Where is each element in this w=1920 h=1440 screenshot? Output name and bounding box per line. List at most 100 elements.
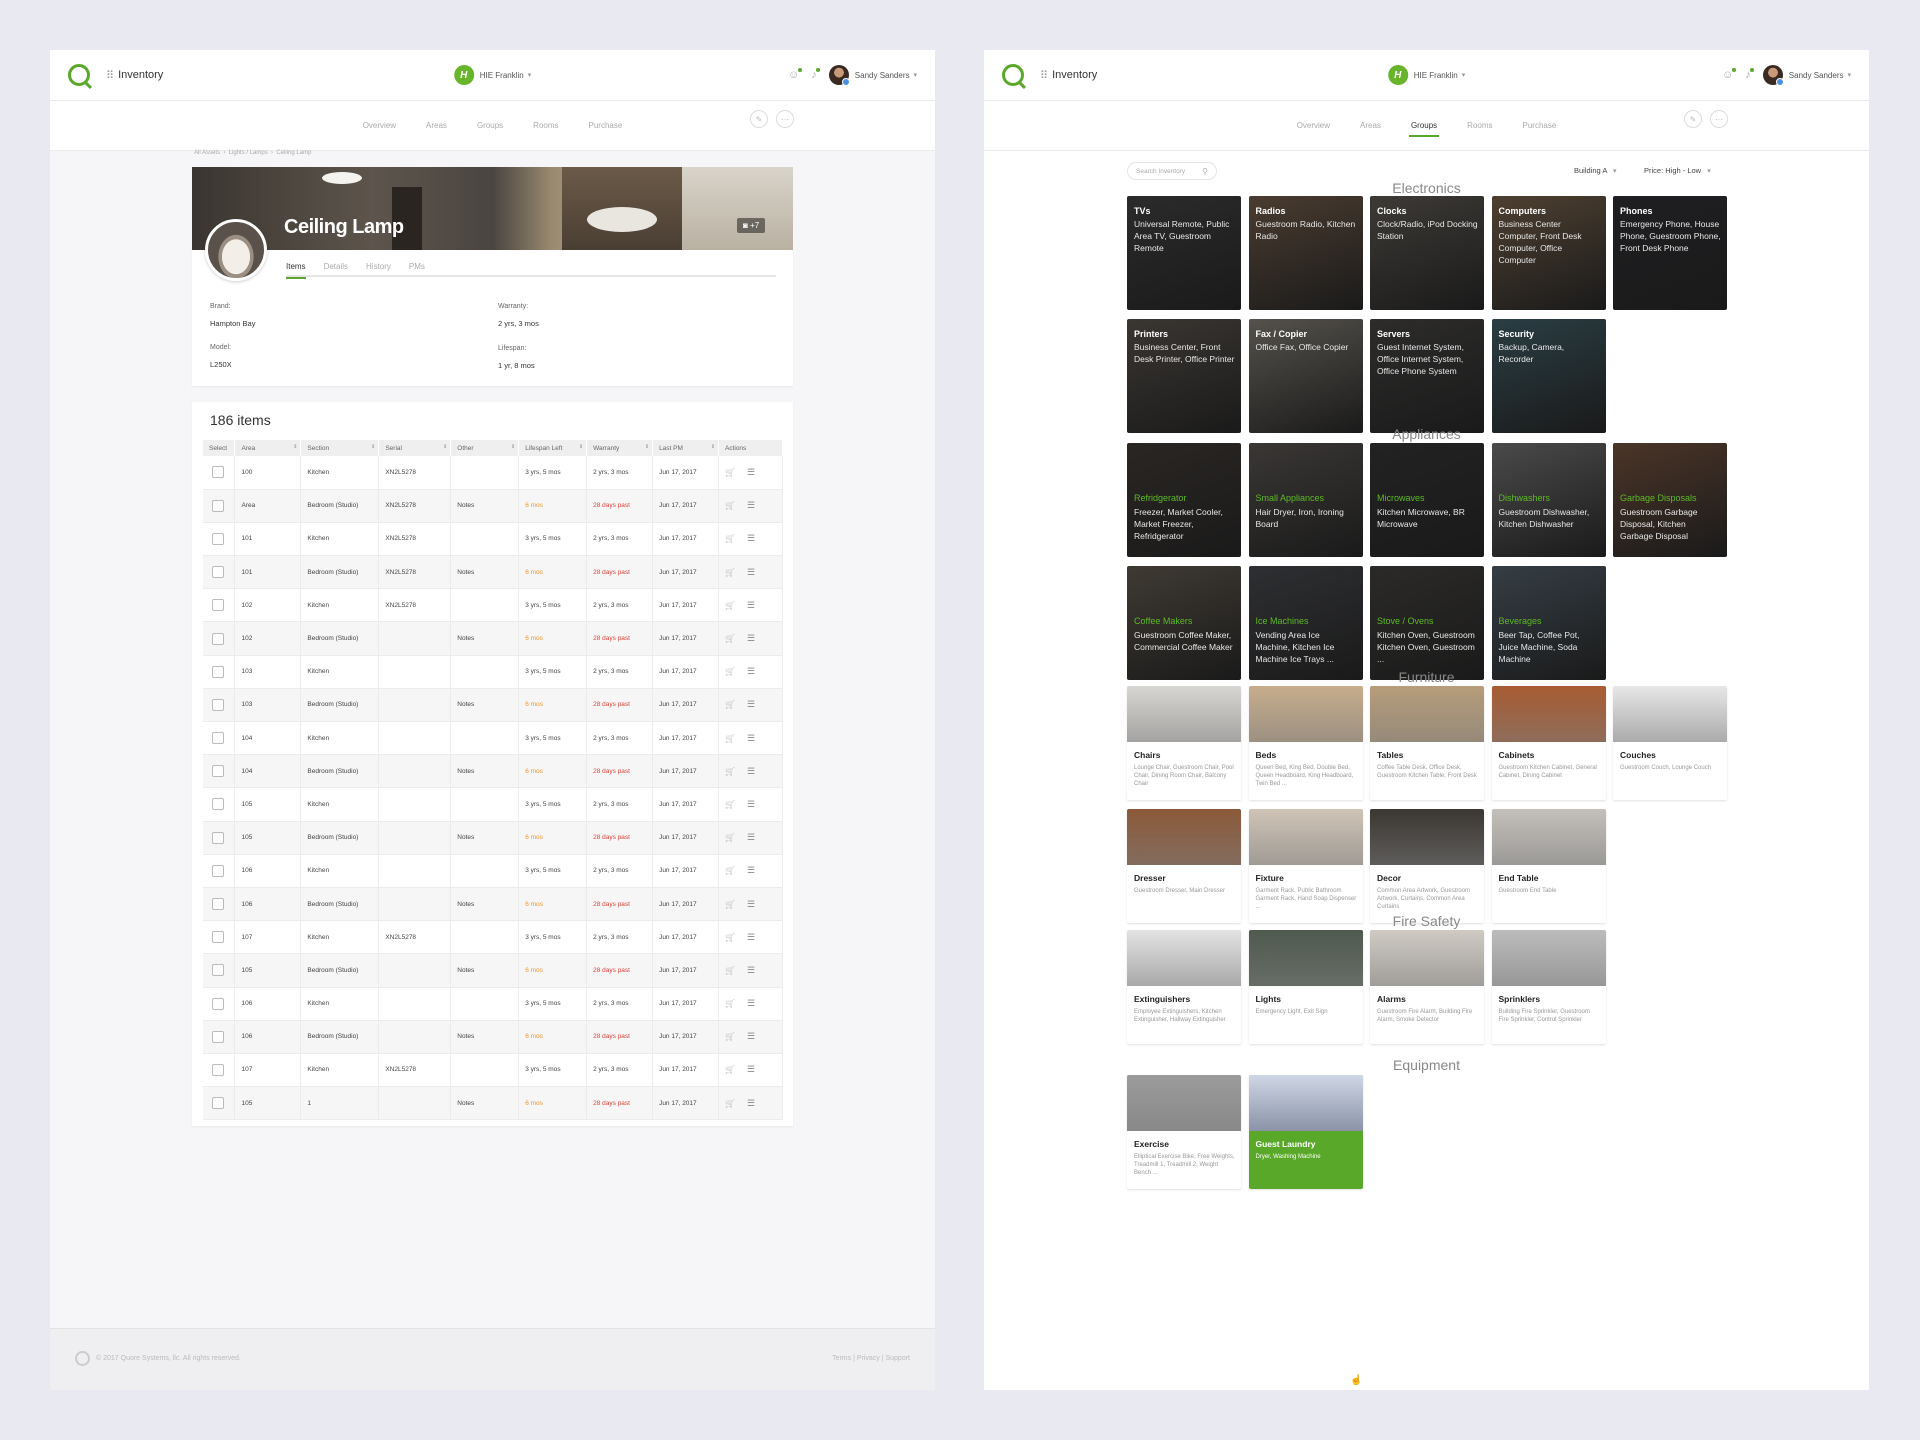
row-checkbox[interactable] bbox=[212, 1063, 224, 1076]
group-tile[interactable]: Lights Emergency Light, Exit Sign bbox=[1248, 930, 1363, 1044]
row-checkbox[interactable] bbox=[212, 1030, 224, 1043]
group-tile[interactable]: Coffee Makers Guestroom Coffee Maker, Com… bbox=[1127, 566, 1241, 680]
quore-logo-icon[interactable] bbox=[1002, 64, 1024, 86]
group-tile[interactable]: Printers Business Center, Front Desk Prin… bbox=[1127, 319, 1241, 433]
group-tile[interactable]: Ice Machines Vending Area Ice Machine, Ki… bbox=[1248, 566, 1363, 680]
group-tile[interactable]: Exercise Elliptical Exercise Bike, Free W… bbox=[1127, 1075, 1241, 1189]
cart-icon[interactable]: 🛒 bbox=[725, 1032, 747, 1041]
breadcrumb-all-assets[interactable]: All Assets bbox=[194, 150, 220, 156]
details-list-icon[interactable]: ☰ bbox=[747, 500, 767, 510]
column-header[interactable]: Last PM ⇕ bbox=[652, 440, 719, 456]
details-list-icon[interactable]: ☰ bbox=[747, 1098, 767, 1108]
row-checkbox[interactable] bbox=[212, 466, 224, 479]
cart-icon[interactable]: 🛒 bbox=[725, 999, 747, 1008]
tab-details[interactable]: Details bbox=[324, 262, 348, 277]
details-list-icon[interactable]: ☰ bbox=[747, 1031, 767, 1041]
cart-icon[interactable]: 🛒 bbox=[725, 800, 747, 809]
group-tile[interactable]: Beds Queen Bed, King Bed, Double Bed, Que… bbox=[1248, 686, 1363, 800]
tab-areas[interactable]: Areas bbox=[1360, 105, 1381, 146]
cart-icon[interactable]: 🛒 bbox=[725, 667, 747, 676]
group-tile[interactable]: Computers Business Center Computer, Front… bbox=[1491, 196, 1606, 310]
cart-icon[interactable]: 🛒 bbox=[725, 900, 747, 909]
details-list-icon[interactable]: ☰ bbox=[747, 998, 767, 1008]
building-filter[interactable]: Building A ▾ bbox=[1574, 166, 1617, 175]
cart-icon[interactable]: 🛒 bbox=[725, 601, 747, 610]
group-tile[interactable]: Garbage Disposals Guestroom Garbage Dispo… bbox=[1613, 443, 1727, 557]
column-header[interactable]: Section ⇕ bbox=[300, 440, 380, 456]
details-list-icon[interactable]: ☰ bbox=[747, 467, 767, 477]
user-menu[interactable]: Sandy Sanders ▾ bbox=[1762, 65, 1851, 86]
row-checkbox[interactable] bbox=[212, 864, 224, 877]
quore-logo-icon[interactable] bbox=[68, 64, 90, 86]
sort-filter[interactable]: Price: High - Low ▾ bbox=[1644, 166, 1711, 175]
row-checkbox[interactable] bbox=[212, 566, 224, 579]
group-tile[interactable]: Fax / Copier Office Fax, Office Copier bbox=[1248, 319, 1363, 433]
tab-pms[interactable]: PMs bbox=[409, 262, 425, 277]
chat-icon[interactable]: ☺ bbox=[1722, 68, 1737, 81]
row-checkbox[interactable] bbox=[212, 1097, 224, 1110]
cart-icon[interactable]: 🛒 bbox=[725, 534, 747, 543]
row-checkbox[interactable] bbox=[212, 665, 224, 678]
group-tile[interactable]: TVs Universal Remote, Public Area TV, Gue… bbox=[1127, 196, 1241, 310]
details-list-icon[interactable]: ☰ bbox=[747, 832, 767, 842]
bell-icon[interactable]: ♪ bbox=[811, 68, 820, 81]
more-icon[interactable]: ⋯ bbox=[1710, 110, 1728, 128]
row-checkbox[interactable] bbox=[212, 964, 224, 977]
edit-icon[interactable]: ✎ bbox=[750, 110, 768, 128]
row-checkbox[interactable] bbox=[212, 698, 224, 711]
column-header[interactable]: Warranty ⇕ bbox=[586, 440, 654, 456]
edit-icon[interactable]: ✎ bbox=[1684, 110, 1702, 128]
row-checkbox[interactable] bbox=[212, 499, 224, 512]
group-tile[interactable]: Decor Common Area Artwork, Guestroom Artw… bbox=[1370, 809, 1484, 923]
chat-icon[interactable]: ☺ bbox=[788, 68, 803, 81]
cart-icon[interactable]: 🛒 bbox=[725, 1065, 747, 1074]
details-list-icon[interactable]: ☰ bbox=[747, 1064, 767, 1074]
hotel-selector[interactable]: H HIE Franklin ▾ bbox=[453, 65, 531, 85]
group-tile[interactable]: Phones Emergency Phone, House Phone, Gues… bbox=[1613, 196, 1727, 310]
details-list-icon[interactable]: ☰ bbox=[747, 633, 767, 643]
tab-purchase[interactable]: Purchase bbox=[589, 105, 623, 146]
cart-icon[interactable]: 🛒 bbox=[725, 933, 747, 942]
tab-rooms[interactable]: Rooms bbox=[1467, 105, 1492, 146]
tab-history[interactable]: History bbox=[366, 262, 391, 277]
group-tile[interactable]: Clocks Clock/Radio, iPod Docking Station bbox=[1370, 196, 1484, 310]
details-list-icon[interactable]: ☰ bbox=[747, 865, 767, 875]
cart-icon[interactable]: 🛒 bbox=[725, 866, 747, 875]
details-list-icon[interactable]: ☰ bbox=[747, 766, 767, 776]
row-checkbox[interactable] bbox=[212, 931, 224, 944]
column-header[interactable]: Lifespan Left ⇕ bbox=[518, 440, 588, 456]
group-tile[interactable]: Dresser Guestroom Dresser, Main Dresser bbox=[1127, 809, 1241, 923]
cart-icon[interactable]: 🛒 bbox=[725, 501, 747, 510]
cart-icon[interactable]: 🛒 bbox=[725, 700, 747, 709]
row-checkbox[interactable] bbox=[212, 831, 224, 844]
row-checkbox[interactable] bbox=[212, 898, 224, 911]
row-checkbox[interactable] bbox=[212, 532, 224, 545]
apps-grid-icon[interactable]: ⠿ bbox=[106, 69, 114, 82]
cart-icon[interactable]: 🛒 bbox=[725, 966, 747, 975]
details-list-icon[interactable]: ☰ bbox=[747, 567, 767, 577]
details-list-icon[interactable]: ☰ bbox=[747, 733, 767, 743]
cart-icon[interactable]: 🛒 bbox=[725, 734, 747, 743]
details-list-icon[interactable]: ☰ bbox=[747, 600, 767, 610]
group-tile[interactable]: Stove / Ovens Kitchen Oven, Guestroom Kit… bbox=[1370, 566, 1484, 680]
group-tile[interactable]: Couches Guestroom Couch, Lounge Couch bbox=[1613, 686, 1727, 800]
row-checkbox[interactable] bbox=[212, 632, 224, 645]
group-tile[interactable]: Servers Guest Internet System, Office Int… bbox=[1370, 319, 1484, 433]
cart-icon[interactable]: 🛒 bbox=[725, 568, 747, 577]
search-input[interactable]: Search Inventory ⚲ bbox=[1127, 162, 1217, 180]
tab-groups[interactable]: Groups bbox=[1408, 105, 1440, 146]
footer-links[interactable]: Terms | Privacy | Support bbox=[832, 1355, 910, 1362]
tab-purchase[interactable]: Purchase bbox=[1523, 105, 1557, 146]
column-header[interactable]: Serial ⇕ bbox=[378, 440, 452, 456]
details-list-icon[interactable]: ☰ bbox=[747, 899, 767, 909]
group-tile[interactable]: Beverages Beer Tap, Coffee Pot, Juice Mac… bbox=[1491, 566, 1606, 680]
details-list-icon[interactable]: ☰ bbox=[747, 699, 767, 709]
row-checkbox[interactable] bbox=[212, 765, 224, 778]
group-tile[interactable]: Sprinklers Building Fire Sprinkler, Guest… bbox=[1491, 930, 1606, 1044]
group-tile[interactable]: Cabinets Guestroom Kitchen Cabinet, Gener… bbox=[1491, 686, 1606, 800]
column-header[interactable]: Other ⇕ bbox=[450, 440, 520, 456]
more-icon[interactable]: ⋯ bbox=[776, 110, 794, 128]
group-tile[interactable]: Fixture Garment Rack, Public Bathroom Gar… bbox=[1248, 809, 1363, 923]
row-checkbox[interactable] bbox=[212, 732, 224, 745]
details-list-icon[interactable]: ☰ bbox=[747, 666, 767, 676]
